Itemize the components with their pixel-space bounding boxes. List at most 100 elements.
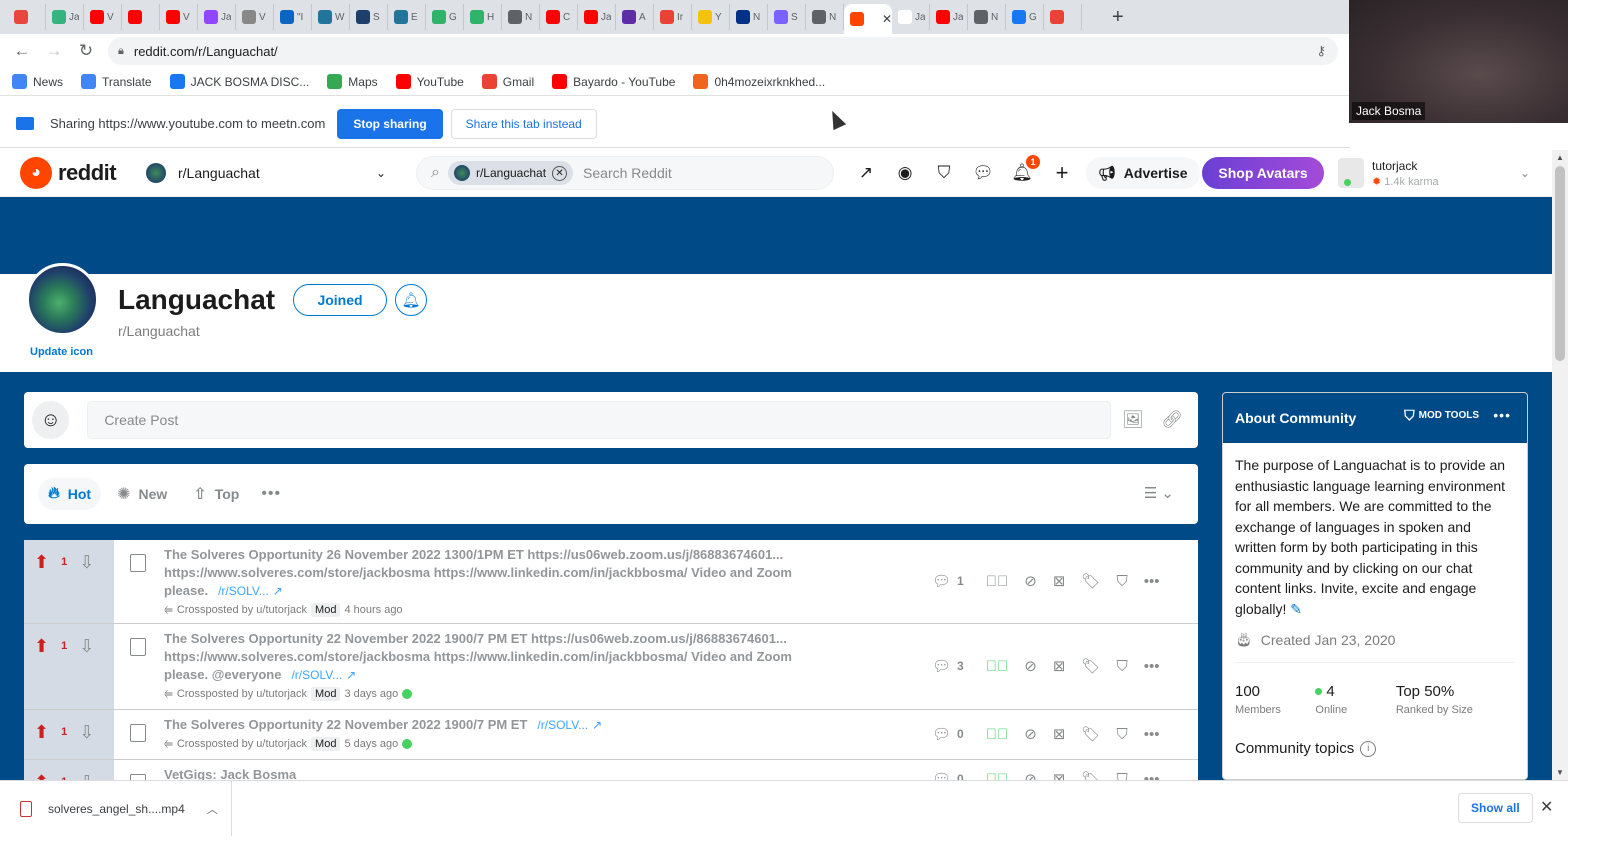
browser-tab[interactable]: H [464, 4, 502, 30]
reddit-logo[interactable]: ◕ reddit [20, 157, 117, 189]
browser-tab[interactable]: W [312, 4, 350, 30]
post-time[interactable]: 4 hours ago [344, 604, 402, 616]
comment-icon[interactable]: 💬︎ [932, 770, 951, 780]
browser-tab[interactable]: Ja [930, 4, 968, 30]
browser-tab[interactable]: Y [692, 4, 730, 30]
chat-icon[interactable]: 💬︎ [971, 161, 995, 185]
tag-icon[interactable]: 🏷︎ [1081, 770, 1100, 780]
post-card[interactable]: ⬆ 1 ⇩ VetGigs: Jack Bosma 💬︎ 0 ✓⃝ ⊘ ⊠ 🏷︎ ⛉ ••• [24, 760, 1198, 780]
more-icon[interactable]: ••• [1493, 407, 1511, 423]
remove-icon[interactable]: ⊘ [1024, 657, 1037, 675]
shield-icon[interactable]: ⛉ [1116, 573, 1127, 590]
page-scrollbar[interactable]: ▲ ▼ [1552, 150, 1568, 780]
bookmark-item[interactable]: Maps [327, 74, 378, 89]
scrollbar-thumb[interactable] [1555, 166, 1565, 361]
rpan-icon[interactable]: ◉ [893, 161, 917, 185]
downvote-icon[interactable]: ⇩ [79, 722, 94, 743]
scroll-down-icon[interactable]: ▼ [1556, 768, 1564, 777]
bookmark-item[interactable]: 0h4mozeixrknkhed... [693, 74, 825, 89]
back-button[interactable]: ← [6, 41, 38, 61]
more-icon[interactable]: ••• [261, 485, 281, 503]
shop-avatars-button[interactable]: Shop Avatars [1202, 157, 1324, 189]
approve-icon[interactable]: ✓⃝ [986, 771, 1009, 781]
post-title[interactable]: The Solveres Opportunity 22 November 202… [164, 630, 824, 684]
external-link-icon[interactable]: ↗ [592, 718, 602, 732]
bookmark-item[interactable]: Gmail [481, 74, 534, 89]
approve-icon[interactable]: ✓⃝ [986, 573, 1009, 590]
scroll-up-icon[interactable]: ▲ [1556, 153, 1564, 162]
browser-tab[interactable]: C [540, 4, 578, 30]
joined-button[interactable]: Joined [293, 284, 387, 316]
post-time[interactable]: 3 days ago [344, 688, 398, 700]
crosspost-link[interactable]: /r/SOLV... [218, 584, 269, 598]
browser-tab[interactable]: N [730, 4, 768, 30]
post-card[interactable]: ⬆ 1 ⇩ The Solveres Opportunity 22 November … [24, 710, 1198, 760]
browser-tab[interactable]: A [616, 4, 654, 30]
browser-tab[interactable]: Ir [654, 4, 692, 30]
upvote-icon[interactable]: ⬆ [34, 552, 49, 573]
browser-tab[interactable]: Ja [46, 4, 84, 30]
chevron-up-icon[interactable]: ︿ [207, 801, 218, 817]
comment-icon[interactable]: 💬︎ [932, 725, 951, 743]
spam-icon[interactable]: ⊠ [1053, 572, 1066, 590]
browser-tab[interactable]: S [768, 4, 806, 30]
browser-tab[interactable]: Ja [578, 4, 616, 30]
crosspost-author[interactable]: Crossposted by u/tutorjack [177, 738, 307, 750]
upvote-icon[interactable]: ⬆ [34, 722, 49, 743]
subreddit-icon[interactable] [26, 263, 99, 336]
external-link-icon[interactable]: ↗ [273, 584, 283, 598]
update-icon-link[interactable]: Update icon [30, 346, 93, 358]
bookmark-item[interactable]: Bayardo - YouTube [552, 74, 675, 89]
browser-tab[interactable]: V [236, 4, 274, 30]
external-link-icon[interactable]: ↗ [346, 668, 356, 682]
post-time[interactable]: 5 days ago [344, 738, 398, 750]
tag-icon[interactable]: 🏷︎ [1081, 657, 1100, 675]
close-tab-icon[interactable]: ✕ [882, 12, 892, 26]
downvote-icon[interactable]: ⇩ [79, 552, 94, 573]
new-tab-button[interactable]: + [1112, 4, 1124, 30]
upvote-icon[interactable]: ⬆ [34, 772, 49, 780]
browser-tab[interactable]: N [502, 4, 540, 30]
more-icon[interactable]: ••• [1144, 771, 1160, 781]
post-card[interactable]: ⬆ 1 ⇩ The Solveres Opportunity 26 November … [24, 540, 1198, 624]
sort-new[interactable]: ✺ New [107, 478, 177, 510]
more-icon[interactable]: ••• [1144, 573, 1160, 590]
shield-icon[interactable]: ⛉ [1116, 771, 1127, 781]
spam-icon[interactable]: ⊠ [1053, 725, 1066, 743]
edit-pencil-icon[interactable]: ✎ [1290, 601, 1302, 617]
upvote-icon[interactable]: ⬆ [34, 636, 49, 657]
show-all-button[interactable]: Show all [1458, 793, 1533, 823]
comment-icon[interactable]: 💬︎ [932, 657, 951, 675]
user-menu[interactable]: tutorjack ✹ 1.4k karma ⌄ [1338, 154, 1542, 192]
search-input[interactable] [583, 165, 784, 181]
browser-tab[interactable]: S [350, 4, 388, 30]
bookmark-item[interactable]: Translate [81, 74, 152, 89]
approve-icon[interactable]: ✓⃝ [986, 726, 1009, 743]
plus-icon[interactable]: + [1050, 160, 1074, 185]
share-this-tab-button[interactable]: Share this tab instead [450, 108, 597, 139]
browser-tab[interactable]: Ja [892, 4, 930, 30]
bookmark-item[interactable]: YouTube [395, 74, 464, 89]
clear-scope-icon[interactable]: ✕ [552, 165, 568, 181]
spam-icon[interactable]: ⊠ [1053, 770, 1066, 780]
browser-tab[interactable]: V [160, 4, 198, 30]
remove-icon[interactable]: ⊘ [1024, 572, 1037, 590]
shield-icon[interactable]: ⛉ [1116, 658, 1127, 675]
bell-icon[interactable]: 🔔︎ 1 [1010, 155, 1040, 185]
crosspost-author[interactable]: Crossposted by u/tutorjack [177, 604, 307, 616]
mod-shield-icon[interactable]: ⛉ [932, 161, 956, 185]
post-title[interactable]: VetGigs: Jack Bosma [164, 766, 824, 780]
browser-tab[interactable]: N [806, 4, 844, 30]
tag-icon[interactable]: 🏷︎ [1081, 572, 1100, 590]
reload-button[interactable]: ↻ [70, 41, 102, 61]
browser-tab[interactable]: ✕ [844, 4, 892, 34]
crosspost-link[interactable]: /r/SOLV... [537, 718, 588, 732]
browser-tab[interactable]: "I [274, 4, 312, 30]
community-selector[interactable]: r/Languachat ⌄ [142, 158, 392, 188]
bookmark-item[interactable]: JACK BOSMA DISC... [169, 74, 309, 89]
image-upload-icon[interactable]: 🖼︎ [1115, 410, 1150, 430]
remove-icon[interactable]: ⊘ [1024, 725, 1037, 743]
key-icon[interactable]: ⚷ [1316, 43, 1326, 59]
link-icon[interactable]: 🔗︎ [1155, 410, 1190, 430]
post-card[interactable]: ⬆ 1 ⇩ The Solveres Opportunity 22 November … [24, 624, 1198, 710]
